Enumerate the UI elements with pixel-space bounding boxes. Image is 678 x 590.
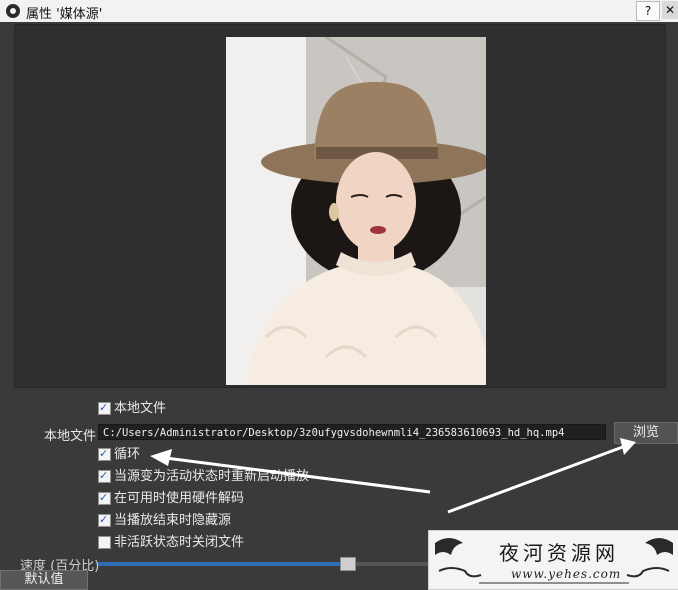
hide-on-end-checkbox[interactable] <box>98 511 111 529</box>
hide-on-end-label: 当播放结束时隐藏源 <box>114 513 232 528</box>
watermark-logo: 夜河资源网 www.yehes.com <box>428 530 678 590</box>
obs-icon <box>6 4 20 18</box>
local-file-checkbox[interactable] <box>98 399 111 417</box>
close-inactive-checkbox[interactable] <box>98 536 111 549</box>
restart-label: 当源变为活动状态时重新启动播放 <box>114 469 310 484</box>
title-bar: 属性 '媒体源' ? ✕ <box>0 0 678 22</box>
watermark-url: www.yehes.com <box>511 567 622 581</box>
speed-slider-remaining[interactable] <box>355 562 430 566</box>
defaults-button[interactable]: 默认值 <box>0 570 88 590</box>
local-file-field-label: 本地文件 <box>44 429 97 444</box>
arrow-to-browse <box>447 438 636 514</box>
close-button[interactable]: ✕ <box>662 1 678 19</box>
hardware-decoding-label: 在可用时使用硬件解码 <box>114 491 245 506</box>
window-title: 属性 '媒体源' <box>26 7 103 22</box>
video-preview-image <box>226 37 486 385</box>
loop-checkbox[interactable] <box>98 445 111 463</box>
loop-label: 循环 <box>114 447 141 462</box>
speed-slider-thumb[interactable] <box>340 557 356 571</box>
close-inactive-label: 非活跃状态时关闭文件 <box>114 535 245 550</box>
local-file-path-input[interactable]: C:/Users/Administrator/Desktop/3z0ufygvs… <box>98 424 606 440</box>
watermark-title: 夜河资源网 <box>499 541 619 565</box>
restart-checkbox[interactable] <box>98 467 111 485</box>
local-file-checkbox-label: 本地文件 <box>114 401 167 416</box>
browse-button[interactable]: 浏览 <box>614 422 678 444</box>
hardware-decoding-checkbox[interactable] <box>98 489 111 507</box>
help-button[interactable]: ? <box>636 1 660 21</box>
